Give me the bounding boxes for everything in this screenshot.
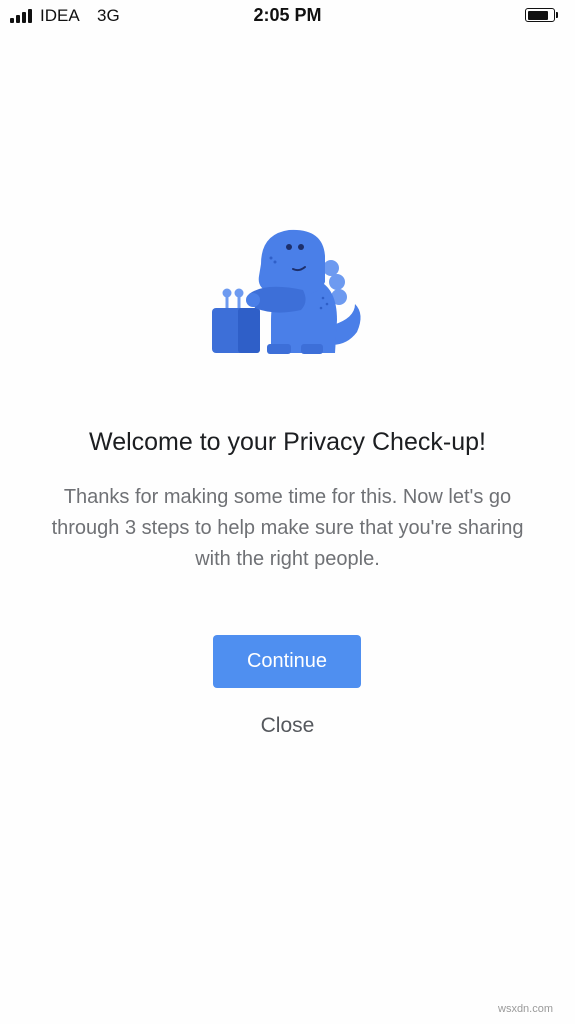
- dinosaur-mascot-icon: [205, 220, 375, 360]
- intro-text: Thanks for making some time for this. No…: [51, 486, 524, 570]
- status-time: 2:05 PM: [253, 5, 322, 25]
- close-button[interactable]: Close: [0, 714, 575, 738]
- battery-icon: [525, 8, 555, 22]
- battery-tip: [556, 12, 558, 18]
- continue-button[interactable]: Continue: [213, 635, 361, 688]
- page-title: Welcome to your Privacy Check-up!: [89, 428, 486, 456]
- battery-fill: [527, 10, 548, 20]
- status-bar: IDEA 3G 2:05 PM: [0, 0, 575, 34]
- watermark-text: wsxdn.com: [498, 1003, 554, 1015]
